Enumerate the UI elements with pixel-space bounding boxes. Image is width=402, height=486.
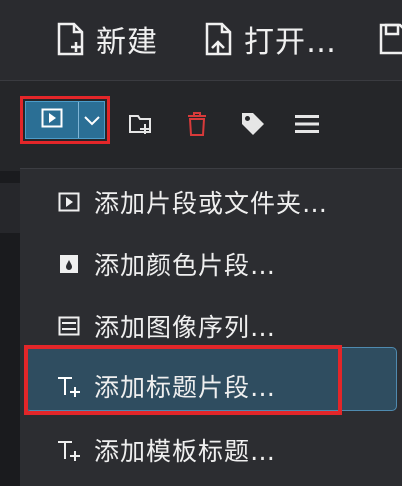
new-button-label: 新建 xyxy=(96,25,158,60)
menu-item-label: 添加片段或文件夹… xyxy=(94,189,329,218)
add-clip-split-button[interactable] xyxy=(25,101,105,139)
save-button[interactable] xyxy=(378,14,402,64)
chevron-down-icon xyxy=(83,111,101,130)
hamburger-menu-icon[interactable] xyxy=(294,111,320,137)
menu-item-label: 添加图像序列… xyxy=(94,313,277,342)
tag-icon[interactable] xyxy=(240,111,266,137)
menu-item-annotation-highlight xyxy=(24,345,342,415)
trash-icon[interactable] xyxy=(184,111,210,137)
clip-add-icon xyxy=(56,189,82,215)
menu-item-add-color-clip[interactable]: 添加颜色片段… xyxy=(20,233,402,295)
main-toolbar: 新建 打开… xyxy=(0,0,402,81)
color-clip-icon xyxy=(56,251,82,277)
open-button-label: 打开… xyxy=(244,25,337,60)
template-title-icon xyxy=(56,437,82,463)
add-clip-dropdown-menu: 添加片段或文件夹… 添加颜色片段… 添加图像序列… 添加标题片段… 添加模板标题… xyxy=(20,168,402,486)
folder-add-icon[interactable] xyxy=(128,111,154,137)
bin-list-row xyxy=(0,183,20,233)
add-clip-dropdown-button[interactable] xyxy=(79,102,104,138)
save-icon xyxy=(378,22,402,56)
menu-item-add-template-title[interactable]: 添加模板标题… xyxy=(20,419,402,481)
new-button[interactable]: 新建 xyxy=(56,14,158,64)
add-clip-split-button-highlight xyxy=(20,96,110,144)
new-file-icon xyxy=(56,22,86,56)
menu-item-add-clip-or-folder[interactable]: 添加片段或文件夹… xyxy=(20,171,402,233)
open-button[interactable]: 打开… xyxy=(204,14,337,64)
app-window: 新建 打开… 添加片段或文件夹… 添加颜色片段… 添加图像序列… 添加标题片段…… xyxy=(0,0,402,486)
bin-list-background xyxy=(0,171,20,486)
menu-item-label: 添加模板标题… xyxy=(94,437,277,466)
menu-item-label: 添加颜色片段… xyxy=(94,251,277,280)
bin-toolbar xyxy=(0,81,402,171)
open-file-icon xyxy=(204,22,234,56)
add-clip-button[interactable] xyxy=(26,102,79,138)
clip-add-icon xyxy=(41,108,63,132)
image-sequence-icon xyxy=(56,313,82,339)
